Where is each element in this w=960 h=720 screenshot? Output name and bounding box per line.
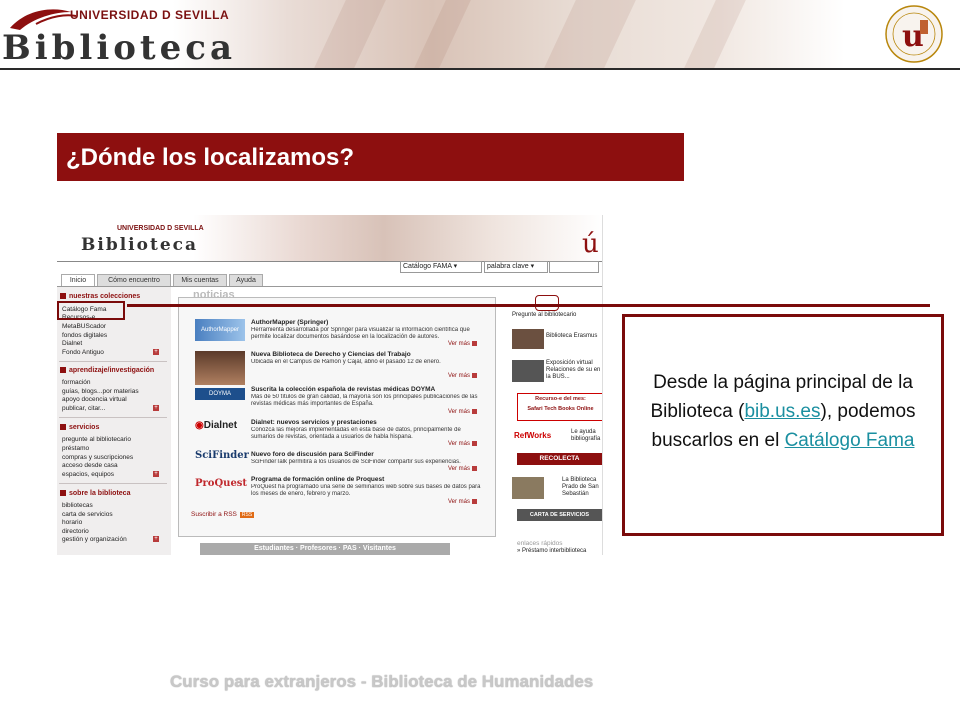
menu-item-metabuscador[interactable]: MetaBUScador bbox=[62, 323, 106, 330]
slide-title: ¿Dónde los localizamos? bbox=[66, 144, 355, 171]
bib-us-es-link[interactable]: bib.us.es bbox=[744, 401, 820, 422]
library-photo bbox=[512, 477, 544, 499]
doyma-logo: DOYMA bbox=[195, 388, 245, 400]
news-heading: noticias bbox=[193, 289, 235, 301]
proquest-logo: ProQuest bbox=[195, 478, 248, 489]
menu-item-fondo-antiguo[interactable]: Fondo Antiguo bbox=[62, 349, 104, 356]
search-field-select[interactable]: palabra clave ▾ bbox=[484, 261, 548, 273]
refworks-text: Le ayuda bibliografía bbox=[571, 429, 601, 442]
news-text: Conozca las mejoras implementadas en est… bbox=[251, 427, 461, 440]
news-title[interactable]: Suscrita la colección española de revist… bbox=[251, 386, 435, 393]
expand-icon[interactable]: + bbox=[153, 471, 159, 477]
dialnet-logo: ◉Dialnet bbox=[195, 420, 238, 431]
menu-item-dialnet[interactable]: Dialnet bbox=[62, 340, 82, 347]
menu-item-horario[interactable]: horario bbox=[62, 519, 82, 526]
menu-item-publicar[interactable]: publicar, citar... bbox=[62, 405, 105, 412]
search-input[interactable] bbox=[549, 261, 599, 273]
screenshot-library-logo: Biblioteca bbox=[81, 235, 199, 255]
ver-mas-link[interactable]: Ver más bbox=[448, 341, 478, 347]
news-text: SciFinderTalk permitirá a los usuarios d… bbox=[251, 459, 461, 465]
menu-section-services: servicios bbox=[60, 424, 99, 431]
ver-mas-link[interactable]: Ver más bbox=[448, 409, 478, 415]
news-title[interactable]: AuthorMapper (Springer) bbox=[251, 319, 328, 326]
ver-mas-link[interactable]: Ver más bbox=[448, 441, 478, 447]
menu-item-espacios[interactable]: espacios, equipos bbox=[62, 471, 114, 478]
ask-librarian-icon[interactable] bbox=[535, 295, 559, 311]
library-logo-title: Biblioteca bbox=[2, 28, 237, 68]
expand-icon[interactable]: + bbox=[153, 536, 159, 542]
menu-item-directorio[interactable]: directorio bbox=[62, 528, 89, 535]
news-title[interactable]: Nueva Biblioteca de Derecho y Ciencias d… bbox=[251, 351, 411, 358]
screenshot-seal-icon: ú bbox=[582, 229, 599, 259]
university-seal-icon: u bbox=[885, 5, 943, 63]
catalogo-fama-link[interactable]: Catálogo Fama bbox=[785, 430, 915, 451]
callout-text: Desde la página principal de la Bibliote… bbox=[650, 372, 916, 451]
quick-links-heading: enlaces rápidos bbox=[517, 540, 563, 547]
library-homepage-screenshot: UNIVERSIDAD D SEVILLA Biblioteca ú Catál… bbox=[57, 215, 603, 555]
ver-mas-link[interactable]: Ver más bbox=[448, 466, 478, 472]
menu-section-collections: nuestras colecciones bbox=[60, 293, 140, 300]
catalog-select[interactable]: Catálogo FAMA ▾ bbox=[400, 261, 482, 273]
news-title[interactable]: Programa de formación online de Proquest bbox=[251, 476, 384, 483]
university-name: UNIVERSIDAD D SEVILLA bbox=[70, 8, 230, 22]
refworks-logo[interactable]: RefWorks bbox=[514, 431, 551, 440]
ver-mas-link[interactable]: Ver más bbox=[448, 499, 478, 505]
exhibition-image bbox=[512, 360, 544, 382]
ver-mas-link[interactable]: Ver más bbox=[448, 373, 478, 379]
screenshot-university-name: UNIVERSIDAD D SEVILLA bbox=[117, 225, 204, 232]
menu-item-fondos-digitales[interactable]: fondos digitales bbox=[62, 332, 107, 339]
expand-icon[interactable]: + bbox=[153, 405, 159, 411]
erasmus-image bbox=[512, 329, 544, 349]
exhibition-link[interactable]: Exposición virtual Relaciones de su en l… bbox=[546, 360, 602, 381]
news-text: Más de 50 títulos de gran calidad, la ma… bbox=[251, 394, 478, 407]
audience-bar[interactable]: Estudiantes · Profesores · PAS · Visitan… bbox=[200, 543, 450, 555]
recolecta-banner[interactable]: RECOLECTA bbox=[517, 453, 602, 465]
menu-item-compras[interactable]: compras y suscripciones bbox=[62, 454, 133, 461]
top-banner: UNIVERSIDAD D SEVILLA Biblioteca u bbox=[0, 0, 960, 70]
expand-icon[interactable]: + bbox=[153, 349, 159, 355]
news-text: Ubicada en el Campus de Ramón y Cajal, a… bbox=[251, 359, 441, 365]
menu-item-gestion[interactable]: gestión y organización bbox=[62, 536, 127, 543]
menu-item-formacion[interactable]: formación bbox=[62, 379, 91, 386]
carta-servicios-banner[interactable]: CARTA DE SERVICIOS bbox=[517, 509, 602, 521]
menu-item-guias[interactable]: guías, blogs...por materias bbox=[62, 388, 139, 395]
menu-item-pregunte[interactable]: pregunte al bibliotecario bbox=[62, 436, 131, 443]
news-title[interactable]: Nuevo foro de discusión para SciFinder bbox=[251, 451, 374, 458]
ask-librarian-link[interactable]: Pregunte al bibliotecario bbox=[512, 312, 576, 318]
news-text: Herramienta desarrollada por Springer pa… bbox=[251, 327, 470, 340]
erasmus-link[interactable]: Biblioteca Erasmus bbox=[546, 333, 597, 339]
menu-item-prestamo[interactable]: préstamo bbox=[62, 445, 89, 452]
callout-connector bbox=[127, 304, 930, 307]
library-building-image bbox=[195, 351, 245, 385]
catalogo-fama-highlight bbox=[57, 301, 125, 320]
menu-item-carta[interactable]: carta de servicios bbox=[62, 511, 113, 518]
rss-icon: RSS bbox=[239, 512, 255, 518]
library-link[interactable]: La Biblioteca Prado de San Sebastián bbox=[562, 477, 602, 498]
interlibrary-loan-link[interactable]: » Préstamo interbiblioteca bbox=[517, 548, 586, 554]
news-title[interactable]: Dialnet: nuevos servicios y prestaciones bbox=[251, 419, 377, 426]
menu-item-acceso[interactable]: acceso desde casa bbox=[62, 462, 118, 469]
authormapper-image: AuthorMapper bbox=[195, 319, 245, 341]
menu-item-bibliotecas[interactable]: bibliotecas bbox=[62, 502, 93, 509]
menu-section-about: sobre la biblioteca bbox=[60, 490, 130, 497]
menu-item-docencia[interactable]: apoyo docencia virtual bbox=[62, 396, 127, 403]
news-text: ProQuest ha programado una serie de semi… bbox=[251, 484, 481, 497]
scifinder-logo: SciFinder bbox=[195, 450, 249, 461]
slide-footer: Curso para extranjeros - Biblioteca de H… bbox=[170, 672, 594, 691]
rss-subscribe-link[interactable]: Suscribir a RSS RSS bbox=[191, 511, 255, 518]
recurso-del-mes-banner[interactable]: Recurso-e del mes: Safari Tech Books Onli… bbox=[517, 393, 602, 421]
menu-section-learning: aprendizaje/investigación bbox=[60, 367, 154, 374]
